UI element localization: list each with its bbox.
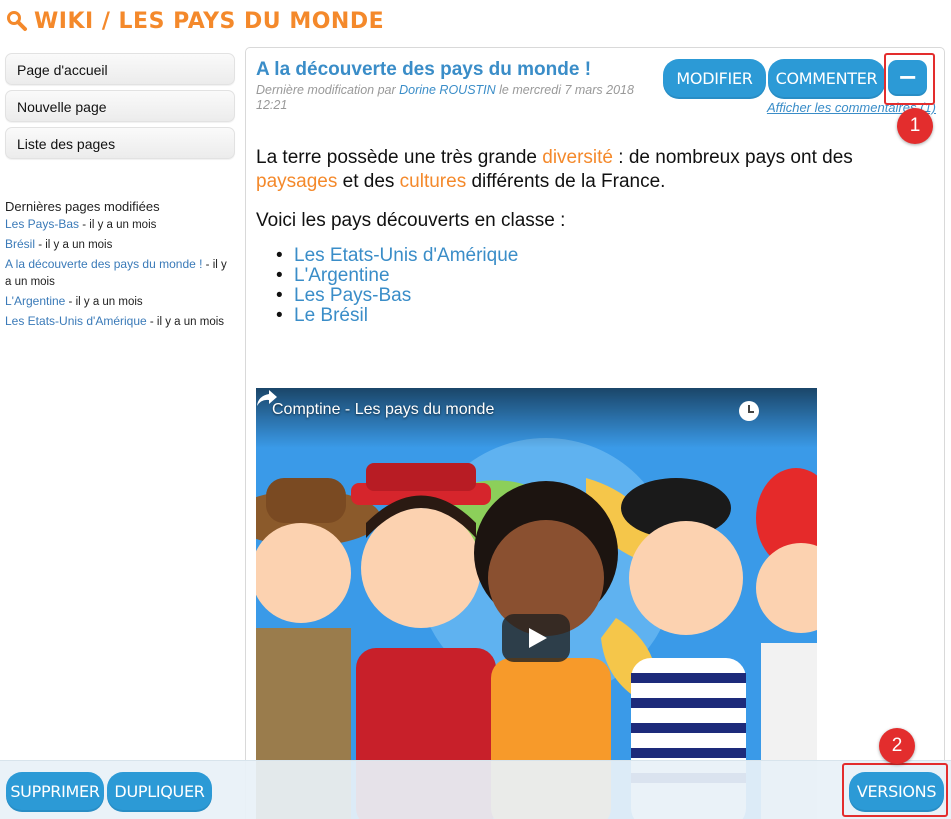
annotation-badge-2: 2 (879, 728, 915, 764)
page-meta: Dernière modification par Dorine ROUSTIN… (256, 83, 656, 113)
list-item: Les Pays-Bas (276, 285, 886, 307)
page-title: A la découverte des pays du monde ! (256, 59, 592, 80)
text: différents de la France. (466, 171, 666, 192)
play-button[interactable] (502, 614, 570, 662)
annotation-highlight-versions (842, 763, 948, 817)
search-icon (7, 11, 27, 31)
video-embed[interactable]: Comptine - Les pays du monde (256, 388, 817, 819)
countries-intro: Voici les pays découverts en classe : (256, 210, 566, 231)
text: et des (337, 171, 400, 192)
wiki-title: WIKI / LES PAYS DU MONDE (34, 8, 385, 34)
list-item: Brésil - il y a un mois (5, 236, 235, 253)
country-link[interactable]: Les Pays-Bas (294, 285, 411, 306)
list-item: L'Argentine - il y a un mois (5, 293, 235, 310)
page-card: A la découverte des pays du monde ! Dern… (245, 47, 945, 819)
duplicate-button[interactable]: DUPLIQUER (107, 772, 212, 812)
author-link[interactable]: Dorine ROUSTIN (399, 83, 496, 97)
list-item: Les Pays-Bas - il y a un mois (5, 216, 235, 233)
list-item: Les Etats-Unis d'Amérique (276, 245, 886, 267)
video-title[interactable]: Comptine - Les pays du monde (272, 401, 494, 419)
recent-time: - il y a un mois (79, 219, 157, 231)
sidebar-item-home[interactable]: Page d'accueil (5, 53, 235, 85)
country-link[interactable]: L'Argentine (294, 265, 390, 286)
modify-button[interactable]: MODIFIER (663, 59, 766, 99)
sidebar-item-page-list[interactable]: Liste des pages (5, 127, 235, 159)
highlight-word: paysages (256, 171, 338, 192)
bottom-action-bar: SUPPRIMER DUPLIQUER VERSIONS (0, 760, 951, 819)
recent-link[interactable]: L'Argentine (5, 294, 65, 308)
recent-pages: Dernières pages modifiées Les Pays-Bas -… (5, 199, 235, 330)
country-link[interactable]: Les Etats-Unis d'Amérique (294, 245, 518, 266)
sidebar-item-new-page[interactable]: Nouvelle page (5, 90, 235, 122)
annotation-badge-1: 1 (897, 108, 933, 144)
recent-time: - il y a un mois (65, 296, 143, 308)
recent-time: - il y a un mois (35, 239, 113, 251)
page-header: WIKI / LES PAYS DU MONDE (6, 6, 384, 36)
watch-later-icon[interactable] (739, 401, 759, 421)
countries-list: Les Etats-Unis d'Amérique L'Argentine Le… (276, 245, 886, 327)
list-item: Le Brésil (276, 305, 886, 327)
intro-paragraph: La terre possède une très grande diversi… (256, 146, 886, 194)
recent-pages-title: Dernières pages modifiées (5, 199, 160, 214)
list-item: L'Argentine (276, 265, 886, 287)
country-link[interactable]: Le Brésil (294, 305, 368, 326)
recent-link[interactable]: A la découverte des pays du monde ! (5, 257, 202, 271)
share-icon[interactable] (256, 388, 278, 408)
recent-link[interactable]: Les Pays-Bas (5, 217, 79, 231)
comment-button[interactable]: COMMENTER (768, 59, 885, 99)
delete-button[interactable]: SUPPRIMER (6, 772, 104, 812)
recent-time: - il y a un mois (146, 316, 225, 328)
page-content: La terre possède une très grande diversi… (256, 146, 886, 326)
list-item: A la découverte des pays du monde ! - il… (5, 256, 235, 290)
recent-link[interactable]: Les Etats-Unis d'Amérique (5, 314, 147, 328)
list-item: Les Etats-Unis d'Amérique - il y a un mo… (5, 313, 235, 330)
video-thumbnail (256, 388, 817, 819)
highlight-word: diversité (542, 147, 613, 168)
recent-link[interactable]: Brésil (5, 237, 35, 251)
meta-prefix: Dernière modification par (256, 83, 400, 97)
text: La terre possède une très grande (256, 147, 543, 168)
highlight-word: cultures (399, 171, 467, 192)
text: : de nombreux pays ont des (613, 147, 853, 168)
annotation-highlight-collapse (884, 53, 935, 105)
sidebar: Page d'accueil Nouvelle page Liste des p… (5, 53, 235, 333)
